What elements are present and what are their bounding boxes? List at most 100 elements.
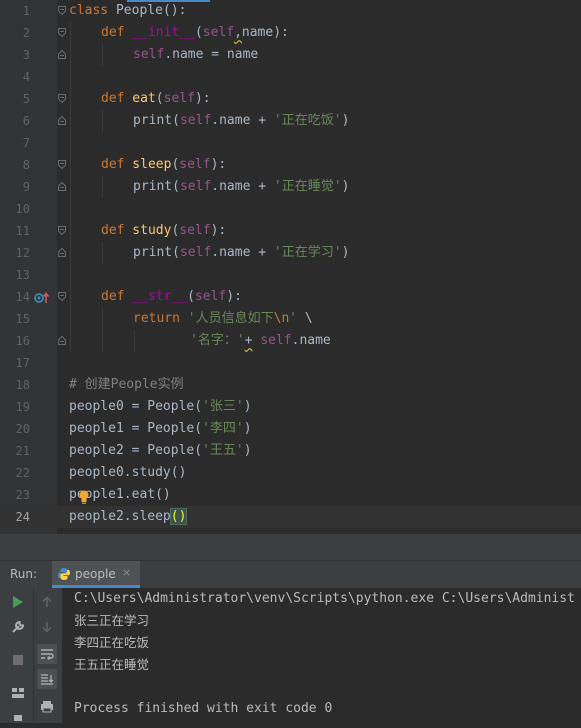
code-token: people0 = People( bbox=[69, 399, 203, 414]
arrow-up-icon[interactable] bbox=[37, 592, 57, 612]
code-token: ( bbox=[187, 289, 195, 304]
code-token: self bbox=[179, 179, 212, 194]
code-token: self bbox=[163, 91, 195, 106]
code-token: ): bbox=[273, 25, 289, 40]
code-line[interactable]: 20 people1 = People('李四') bbox=[0, 418, 581, 440]
line-number: 10 bbox=[15, 202, 30, 216]
code-token: print bbox=[133, 245, 173, 260]
code-editor[interactable]: 1 class People(): 2 def __init__(self,na… bbox=[0, 0, 581, 534]
run-tab-label: people bbox=[75, 567, 116, 581]
pin-icon[interactable] bbox=[8, 708, 28, 728]
code-line[interactable]: 14 def __str__(self): bbox=[0, 286, 581, 308]
run-panel-header: Run: people × bbox=[0, 560, 581, 589]
code-token: people2 = People( bbox=[69, 443, 203, 458]
code-token: __str__ bbox=[124, 289, 188, 304]
fold-close-icon[interactable] bbox=[58, 50, 66, 59]
code-line[interactable]: 9 print(self.name + '正在睡觉') bbox=[0, 176, 581, 198]
code-token: self bbox=[133, 47, 165, 62]
code-line[interactable]: 6 print(self.name + '正在吃饭') bbox=[0, 110, 581, 132]
fold-open-icon[interactable] bbox=[58, 6, 66, 15]
code-token: ) bbox=[341, 113, 350, 128]
override-method-icon[interactable] bbox=[34, 291, 50, 305]
code-token: print bbox=[133, 113, 173, 128]
code-token: people0.study() bbox=[69, 465, 187, 480]
code-line[interactable]: 18 # 创建People实例 bbox=[0, 374, 581, 396]
code-token: ) bbox=[243, 399, 252, 414]
code-line[interactable]: 13 bbox=[0, 264, 581, 286]
code-token: '张三' bbox=[202, 399, 244, 414]
layout-icon[interactable] bbox=[8, 683, 28, 703]
code-line[interactable]: 19 people0 = People('张三') bbox=[0, 396, 581, 418]
code-token: study bbox=[124, 223, 172, 238]
code-token: '正在学习' bbox=[273, 245, 342, 260]
fold-close-icon[interactable] bbox=[58, 116, 66, 125]
line-number: 20 bbox=[15, 422, 30, 436]
fold-open-icon[interactable] bbox=[58, 292, 66, 301]
code-line[interactable]: 8 def sleep(self): bbox=[0, 154, 581, 176]
fold-open-icon[interactable] bbox=[58, 160, 66, 169]
code-line[interactable]: 22 people0.study() bbox=[0, 462, 581, 484]
arrow-down-icon[interactable] bbox=[37, 617, 57, 637]
fold-close-icon[interactable] bbox=[58, 248, 66, 257]
scroll-to-end-icon[interactable] bbox=[37, 669, 57, 689]
code-line[interactable]: 2 def __init__(self,name): bbox=[0, 22, 581, 44]
fold-open-icon[interactable] bbox=[58, 28, 66, 37]
console-line: C:\Users\Administrator\venv\Scripts\pyth… bbox=[74, 591, 575, 606]
code-token: ): bbox=[226, 289, 242, 304]
code-token: ( bbox=[194, 25, 203, 40]
code-line[interactable]: 7 bbox=[0, 132, 581, 154]
code-line[interactable]: 16 '名字：'+ self.name bbox=[0, 330, 581, 352]
line-number: 5 bbox=[22, 92, 30, 106]
line-number: 6 bbox=[22, 114, 30, 128]
code-token: def bbox=[101, 157, 125, 172]
run-toolbar-left bbox=[0, 588, 34, 723]
code-token: ) bbox=[243, 421, 252, 436]
code-line[interactable]: 5 def eat(self): bbox=[0, 88, 581, 110]
print-icon[interactable] bbox=[37, 696, 57, 716]
rerun-icon[interactable] bbox=[8, 592, 28, 612]
fold-open-icon[interactable] bbox=[58, 226, 66, 235]
code-token: \ bbox=[297, 311, 313, 326]
close-icon[interactable]: × bbox=[122, 566, 131, 579]
code-token: self bbox=[179, 113, 212, 128]
code-line[interactable]: 10 bbox=[0, 198, 581, 220]
code-token: .name bbox=[291, 333, 331, 348]
code-token: def bbox=[101, 91, 125, 106]
code-token: def bbox=[101, 223, 125, 238]
code-line[interactable]: 1 class People(): bbox=[0, 0, 581, 22]
code-token: '王五' bbox=[202, 443, 244, 458]
console-line: Process finished with exit code 0 bbox=[74, 701, 333, 716]
code-token: eat bbox=[124, 91, 156, 106]
fold-open-icon[interactable] bbox=[58, 94, 66, 103]
code-token: \n bbox=[273, 311, 290, 326]
code-token: ): bbox=[194, 91, 211, 106]
fold-close-icon[interactable] bbox=[58, 336, 66, 345]
code-token: '人员信息如下 bbox=[187, 311, 274, 326]
code-token: ( bbox=[155, 91, 164, 106]
code-token: __init__ bbox=[124, 25, 195, 40]
stop-icon[interactable] bbox=[8, 650, 28, 670]
code-line-current[interactable]: 24 people2.sleep() bbox=[0, 506, 581, 528]
code-token: people2.sleep bbox=[69, 509, 171, 524]
code-token: self bbox=[202, 25, 235, 40]
code-token: ) bbox=[341, 245, 350, 260]
line-number: 19 bbox=[15, 400, 30, 414]
lightbulb-icon[interactable] bbox=[78, 490, 90, 504]
code-line[interactable]: 21 people2 = People('王五') bbox=[0, 440, 581, 462]
wrench-icon[interactable] bbox=[8, 617, 28, 637]
code-line[interactable]: 4 bbox=[0, 66, 581, 88]
line-number: 8 bbox=[22, 158, 30, 172]
line-number: 13 bbox=[15, 268, 30, 282]
code-line[interactable]: 11 def study(self): bbox=[0, 220, 581, 242]
line-number: 16 bbox=[15, 334, 30, 348]
run-console-output[interactable]: C:\Users\Administrator\venv\Scripts\pyth… bbox=[63, 588, 581, 723]
fold-close-icon[interactable] bbox=[58, 182, 66, 191]
run-panel-label: Run: bbox=[10, 567, 38, 581]
code-token: ' bbox=[289, 311, 298, 326]
code-line[interactable]: 3 self.name = name bbox=[0, 44, 581, 66]
code-token: ( bbox=[172, 113, 180, 128]
code-line[interactable]: 15 return '人员信息如下\n' \ bbox=[0, 308, 581, 330]
soft-wrap-icon[interactable] bbox=[37, 644, 57, 664]
code-line[interactable]: 17 bbox=[0, 352, 581, 374]
code-line[interactable]: 12 print(self.name + '正在学习') bbox=[0, 242, 581, 264]
